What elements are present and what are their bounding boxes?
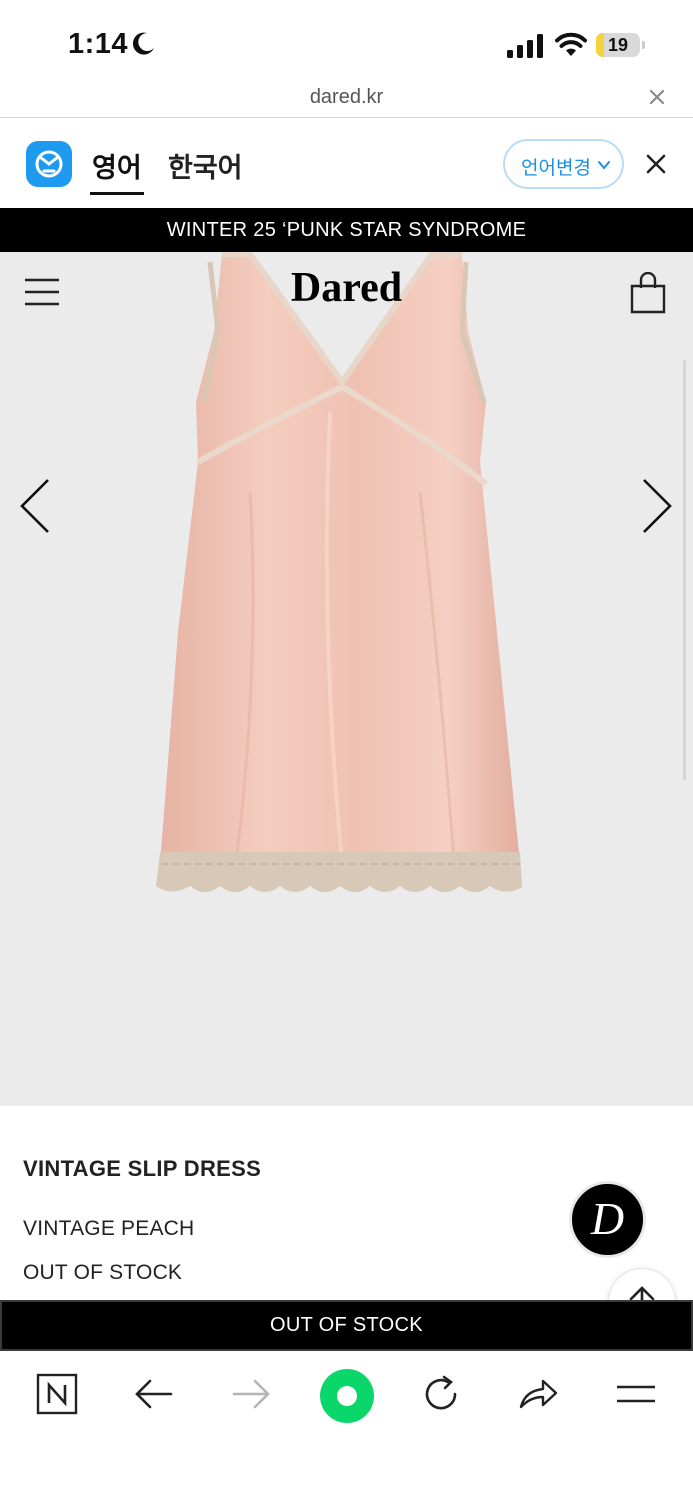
- papago-logo-icon[interactable]: [26, 141, 72, 187]
- change-language-label: 언어변경: [521, 158, 591, 179]
- battery-level: 19: [607, 35, 629, 55]
- green-dot-icon[interactable]: [320, 1369, 374, 1423]
- tab-english[interactable]: 영어: [92, 146, 142, 185]
- forward-icon[interactable]: [228, 1371, 274, 1417]
- url-bar[interactable]: dared.kr: [0, 82, 693, 118]
- close-icon[interactable]: [645, 153, 667, 175]
- product-stock-status: OUT OF STOCK: [23, 1261, 183, 1284]
- product-gallery[interactable]: Dared: [0, 252, 693, 1106]
- tab-active-indicator: [90, 192, 144, 195]
- shopping-bag-icon[interactable]: [630, 272, 666, 314]
- product-color: VINTAGE PEACH: [23, 1217, 195, 1240]
- brand-logo[interactable]: Dared: [0, 264, 693, 312]
- product-name: VINTAGE SLIP DRESS: [23, 1156, 262, 1181]
- reload-icon[interactable]: [418, 1371, 464, 1417]
- translate-bar: 영어 한국어 언어변경: [0, 119, 693, 208]
- back-icon[interactable]: [131, 1371, 177, 1417]
- naver-home-icon[interactable]: [34, 1371, 80, 1417]
- out-of-stock-button[interactable]: OUT OF STOCK: [0, 1300, 693, 1351]
- announcement-banner[interactable]: WINTER 25 ‘PUNK STAR SYNDROME: [0, 208, 693, 252]
- wifi-icon: [555, 32, 587, 56]
- chevron-down-icon: [598, 161, 610, 170]
- url-text[interactable]: dared.kr: [0, 86, 693, 109]
- browser-toolbar: [0, 1351, 693, 1500]
- slip-dress-image: [156, 252, 522, 892]
- close-icon[interactable]: [648, 88, 666, 106]
- tab-korean[interactable]: 한국어: [168, 146, 243, 185]
- scrollbar[interactable]: [683, 360, 686, 780]
- change-language-button[interactable]: 언어변경: [503, 139, 624, 189]
- signal-icon: [507, 34, 543, 58]
- status-bar: 1:14 19: [0, 0, 693, 82]
- status-time: 1:14: [68, 28, 129, 60]
- chevron-left-icon[interactable]: [18, 478, 52, 534]
- chevron-right-icon[interactable]: [640, 478, 674, 534]
- share-icon[interactable]: [515, 1371, 561, 1417]
- moon-icon: [132, 32, 154, 55]
- dared-d-icon: D: [590, 1193, 624, 1244]
- battery-indicator: 19: [596, 33, 646, 57]
- svg-text:D: D: [590, 1193, 624, 1244]
- chat-button[interactable]: D: [569, 1181, 646, 1258]
- menu-icon[interactable]: [613, 1371, 659, 1417]
